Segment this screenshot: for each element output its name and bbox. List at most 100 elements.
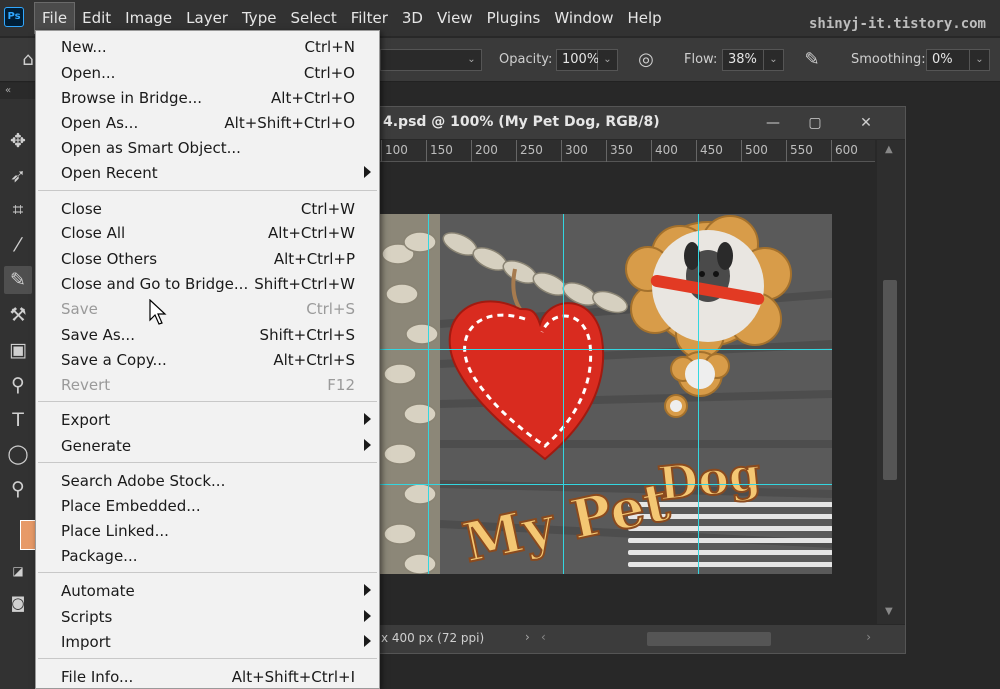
pressure-opacity-icon[interactable]: ◎ (634, 48, 658, 72)
ruler-tick (651, 140, 652, 162)
collapse-icon[interactable]: « (0, 83, 36, 99)
guide-line[interactable] (563, 214, 564, 574)
menu-item-label: New... (61, 38, 107, 56)
chevron-down-icon[interactable]: ⌄ (970, 49, 990, 71)
dodge-tool-icon[interactable]: ⚲ (4, 371, 32, 399)
smoothing-input[interactable]: 0% (926, 49, 970, 71)
guide-line[interactable] (380, 349, 832, 350)
menu-plugins[interactable]: Plugins (480, 0, 548, 36)
document-title: 4.psd @ 100% (My Pet Dog, RGB/8) (383, 114, 660, 130)
ruler-label: 100 (385, 143, 408, 157)
scroll-right-icon[interactable]: › (866, 630, 871, 644)
ruler-tick (561, 140, 562, 162)
gradient-tool-icon[interactable]: ▣ (4, 336, 32, 364)
menu-separator (38, 572, 377, 573)
crop-tool-icon[interactable]: ⌗ (4, 196, 32, 224)
eyedropper-tool-icon[interactable]: ⁄ (4, 231, 32, 259)
menu-item-place-embedded[interactable]: Place Embedded... (36, 494, 379, 518)
menu-item-place-linked[interactable]: Place Linked... (36, 519, 379, 543)
menu-item-shortcut: Alt+Ctrl+W (268, 224, 355, 242)
menu-item-label: Open Recent (61, 164, 158, 182)
close-icon[interactable]: ✕ (854, 112, 878, 134)
guide-line[interactable] (698, 214, 699, 574)
flow-input[interactable]: 38% (722, 49, 764, 71)
menu-item-open-as[interactable]: Open As... Alt+Shift+Ctrl+O (36, 111, 379, 135)
guide-line[interactable] (380, 484, 832, 485)
move-tool-icon[interactable]: ✥ (4, 127, 32, 155)
menu-item-generate[interactable]: Generate (36, 434, 379, 458)
menu-item-label: Export (61, 411, 111, 429)
menu-item-shortcut: Shift+Ctrl+S (259, 326, 355, 344)
status-arrow-icon[interactable]: › (525, 630, 530, 644)
ellipse-tool-icon[interactable]: ◯ (4, 440, 32, 468)
airbrush-icon[interactable]: ✎ (800, 48, 824, 72)
menu-item-open-recent[interactable]: Open Recent (36, 161, 379, 185)
menu-item-open-as-smart-object[interactable]: Open as Smart Object... (36, 136, 379, 160)
menu-item-label: Save As... (61, 326, 135, 344)
scroll-up-icon[interactable]: ▲ (885, 144, 893, 155)
menu-item-browse-in-bridge[interactable]: Browse in Bridge... Alt+Ctrl+O (36, 86, 379, 110)
chevron-down-icon[interactable]: ⌄ (764, 49, 784, 71)
ruler-tick (426, 140, 427, 162)
menu-item-close-all[interactable]: Close All Alt+Ctrl+W (36, 221, 379, 245)
status-bar: x 400 px (72 ppi) › ‹ › (377, 625, 905, 653)
maximize-icon[interactable]: ▢ (803, 112, 827, 134)
menu-item-close-others[interactable]: Close Others Alt+Ctrl+P (36, 247, 379, 271)
menu-item-shortcut: F12 (327, 376, 355, 394)
type-tool-icon[interactable]: T (4, 406, 32, 434)
menu-item-save-as[interactable]: Save As... Shift+Ctrl+S (36, 323, 379, 347)
scroll-down-icon[interactable]: ▼ (885, 606, 893, 617)
menu-window[interactable]: Window (547, 0, 620, 36)
menu-item-label: Open As... (61, 114, 139, 132)
menu-item-open[interactable]: Open... Ctrl+O (36, 61, 379, 85)
ruler-tick (831, 140, 832, 162)
brush-tool-icon[interactable]: ✎ (4, 266, 32, 294)
scroll-left-icon[interactable]: ‹ (541, 630, 546, 644)
ruler-tick (786, 140, 787, 162)
ruler-tick (606, 140, 607, 162)
watermark: shinyj-it.tistory.com (808, 16, 986, 32)
menu-item-new[interactable]: New... Ctrl+N (36, 35, 379, 59)
ruler-tick (471, 140, 472, 162)
menu-item-close-go-to-bridge[interactable]: Close and Go to Bridge... Shift+Ctrl+W (36, 272, 379, 296)
vertical-scrollbar[interactable]: ▲ ▼ (877, 140, 905, 624)
menu-item-close[interactable]: Close Ctrl+W (36, 197, 379, 221)
flow-label: Flow: (684, 52, 718, 67)
menu-item-export[interactable]: Export (36, 408, 379, 432)
quick-mask-icon[interactable]: ◙ (4, 589, 32, 617)
guide-line[interactable] (428, 214, 429, 574)
menu-item-shortcut: Alt+Ctrl+S (273, 351, 355, 369)
menu-separator (38, 401, 377, 402)
clone-stamp-tool-icon[interactable]: ⚒ (4, 301, 32, 329)
ruler-label: 550 (790, 143, 813, 157)
menu-item-label: Automate (61, 582, 135, 600)
menu-item-label: Save (61, 300, 98, 318)
menu-item-automate[interactable]: Automate (36, 579, 379, 603)
menu-help[interactable]: Help (620, 0, 668, 36)
ruler-label: 400 (655, 143, 678, 157)
ruler-tick (696, 140, 697, 162)
horizontal-scroll-thumb[interactable] (647, 632, 771, 646)
chevron-down-icon[interactable]: ⌄ (598, 49, 618, 71)
opacity-input[interactable]: 100% (556, 49, 599, 71)
menu-3d[interactable]: 3D (395, 0, 430, 36)
lasso-tool-icon[interactable]: ➶ (4, 162, 32, 190)
menu-item-scripts[interactable]: Scripts (36, 605, 379, 629)
minimize-icon[interactable]: — (761, 112, 785, 134)
photoshop-logo: Ps (4, 7, 24, 27)
swap-colors-icon[interactable]: ◪ (4, 557, 32, 585)
horizontal-scrollbar[interactable]: ‹ › (537, 630, 877, 648)
menu-item-shortcut: Alt+Ctrl+P (273, 250, 355, 268)
ruler-tick (741, 140, 742, 162)
menu-item-save-a-copy[interactable]: Save a Copy... Alt+Ctrl+S (36, 348, 379, 372)
menu-item-file-info[interactable]: File Info... Alt+Shift+Ctrl+I (36, 665, 379, 689)
zoom-tool-icon[interactable]: ⚲ (4, 475, 32, 503)
horizontal-ruler: 100 150 200 250 300 350 400 450 500 550 … (377, 140, 875, 162)
menu-item-import[interactable]: Import (36, 630, 379, 654)
menu-view[interactable]: View (430, 0, 480, 36)
menu-item-package[interactable]: Package... (36, 544, 379, 568)
canvas-image[interactable]: My Pet Dog (380, 214, 832, 574)
menu-item-search-adobe-stock[interactable]: Search Adobe Stock... (36, 469, 379, 493)
chevron-down-icon[interactable]: ⌄ (462, 49, 482, 71)
vertical-scroll-thumb[interactable] (883, 280, 897, 480)
